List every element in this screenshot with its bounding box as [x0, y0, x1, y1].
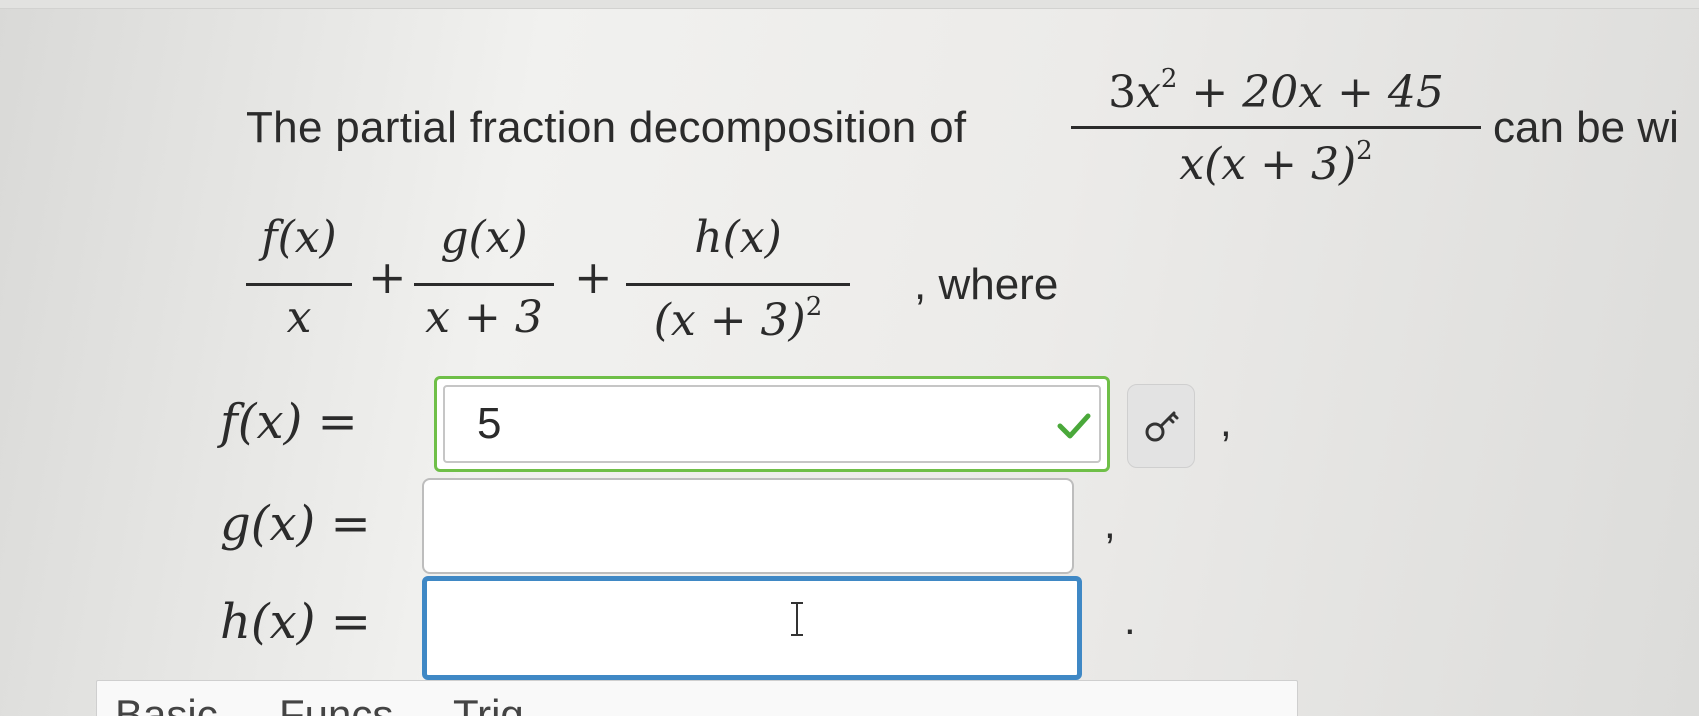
answer-row-g: g(x) = ,	[220, 478, 1520, 578]
term1-denominator: x	[286, 292, 312, 343]
tab-basic[interactable]: Basic	[115, 691, 218, 716]
denominator-exponent: 2	[1356, 136, 1373, 166]
main-fraction-bar	[1071, 126, 1481, 129]
f-answer-inner-frame	[443, 385, 1101, 463]
f-answer-value: 5	[477, 399, 502, 448]
tab-trig[interactable]: Trig	[453, 691, 524, 716]
plus-sign-2: +	[574, 250, 613, 304]
numerator-variable: x	[1136, 67, 1161, 118]
plus-sign-1: +	[368, 250, 407, 304]
denominator-expression: x(x + 3)	[1179, 139, 1357, 190]
top-edge	[0, 0, 1699, 9]
key-icon	[1145, 411, 1179, 442]
answer-row-f: f(x) = 5 ,	[220, 376, 1520, 476]
h-label: h(x) =	[220, 594, 371, 650]
prompt-prefix: The partial fraction decomposition of	[246, 103, 967, 152]
numerator-rest: + 20x + 45	[1177, 67, 1444, 118]
term3-denominator-exponent: 2	[805, 292, 823, 322]
tab-funcs[interactable]: Funcs	[279, 691, 393, 716]
question-prompt: The partial fraction decomposition of 3x…	[246, 60, 1699, 220]
main-fraction-numerator: 3x2 + 20x + 45	[1071, 64, 1481, 118]
keypad-panel: Basic Funcs Trig	[96, 680, 1298, 716]
term3-denominator: (x + 3)2	[626, 292, 850, 346]
check-icon	[1057, 413, 1091, 439]
term3-bar	[626, 283, 850, 286]
term2-fraction: g(x) x + 3	[414, 208, 554, 358]
term3-numerator: h(x)	[694, 212, 782, 263]
g-label: g(x) =	[220, 496, 371, 552]
f-label: f(x) =	[220, 394, 358, 450]
term1-bar	[246, 283, 352, 286]
h-trailing-period: .	[1124, 596, 1136, 643]
main-fraction: 3x2 + 20x + 45 x(x + 3)2	[1071, 60, 1481, 220]
term2-bar	[414, 283, 554, 286]
text-cursor-icon	[791, 602, 803, 636]
term1-numerator: f(x)	[261, 212, 337, 263]
term3-denominator-base: (x + 3)	[653, 295, 806, 346]
answer-row-h: h(x) = .	[220, 576, 1520, 680]
f-answer-input[interactable]: 5	[434, 376, 1110, 472]
numerator-exponent: 2	[1160, 64, 1178, 94]
numerator-coefficient: 3	[1108, 67, 1137, 118]
term1-fraction: f(x) x	[246, 208, 352, 358]
f-trailing-comma: ,	[1220, 398, 1232, 445]
key-button[interactable]	[1127, 384, 1195, 468]
where-text: , where	[914, 260, 1059, 309]
g-answer-input[interactable]	[422, 478, 1074, 574]
h-answer-input[interactable]	[422, 576, 1082, 680]
prompt-suffix: can be wi	[1493, 103, 1679, 152]
main-fraction-denominator: x(x + 3)2	[1071, 136, 1481, 190]
decomposition-expression: f(x) x + g(x) x + 3 + h(x) (x + 3)2 , wh…	[246, 208, 1106, 368]
term2-numerator: g(x)	[440, 212, 528, 263]
g-trailing-comma: ,	[1104, 500, 1116, 547]
term3-fraction: h(x) (x + 3)2	[626, 208, 850, 358]
term2-denominator: x + 3	[425, 292, 543, 343]
